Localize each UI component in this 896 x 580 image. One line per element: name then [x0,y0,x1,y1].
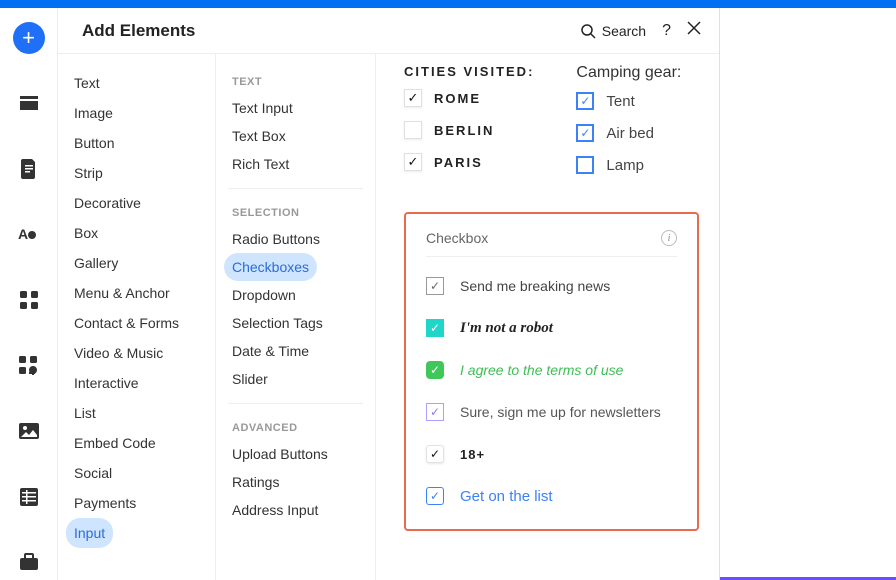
sub-text-input[interactable]: Text Input [224,94,367,122]
panel-header: Add Elements Search ? [58,8,719,54]
info-icon[interactable]: i [661,230,677,246]
checkbox-icon: ✓ [576,124,594,142]
sub-ratings[interactable]: Ratings [224,468,367,496]
sample-label: I'm not a robot [460,320,553,337]
gear-label: Tent [606,93,634,110]
checkbox-icon: ✓ [404,89,422,107]
cities-group: CITIES VISITED: ✓ ROME BERLIN ✓ PARIS [404,64,534,188]
add-element-button[interactable]: + [9,20,49,56]
svg-text:A: A [18,226,28,242]
checkbox-icon [576,156,594,174]
category-list: Text Image Button Strip Decorative Box G… [58,54,216,580]
subcategory-list: TEXT Text Input Text Box Rich Text SELEC… [216,54,376,580]
sample-breaking-news[interactable]: ✓ Send me breaking news [426,277,677,295]
cat-button[interactable]: Button [66,128,207,158]
sub-address-input[interactable]: Address Input [224,496,367,524]
search-button[interactable]: Search [580,23,646,39]
cities-heading: CITIES VISITED: [404,64,534,79]
section-selection-title: SELECTION [224,199,367,225]
panel-title: Add Elements [82,21,195,41]
data-icon[interactable] [9,479,49,515]
gear-tent[interactable]: ✓ Tent [576,92,681,110]
preview-area: CITIES VISITED: ✓ ROME BERLIN ✓ PARIS [376,54,719,580]
cat-contact-forms[interactable]: Contact & Forms [66,308,207,338]
sub-text-box[interactable]: Text Box [224,122,367,150]
checkbox-icon: ✓ [426,361,444,379]
media-icon[interactable] [9,413,49,449]
apps-icon[interactable] [9,282,49,318]
sub-checkboxes[interactable]: Checkboxes [224,253,317,281]
cat-input[interactable]: Input [66,518,113,548]
business-icon[interactable] [9,545,49,580]
canvas-area [720,8,896,580]
plugins-icon[interactable] [9,348,49,384]
close-button[interactable] [687,21,701,40]
sample-label: Sure, sign me up for newsletters [460,404,661,420]
add-elements-panel: Add Elements Search ? Text Image Button … [58,8,720,580]
search-icon [580,23,596,39]
checkbox-samples-box: Checkbox i ✓ Send me breaking news ✓ I'm… [404,212,699,531]
sub-dropdown[interactable]: Dropdown [224,281,367,309]
cat-interactive[interactable]: Interactive [66,368,207,398]
cat-decorative[interactable]: Decorative [66,188,207,218]
cat-strip[interactable]: Strip [66,158,207,188]
sample-get-on-list[interactable]: ✓ Get on the list [426,487,677,505]
page-icon[interactable] [9,151,49,187]
cat-embed-code[interactable]: Embed Code [66,428,207,458]
checkbox-group-title: Checkbox [426,230,488,246]
cat-video-music[interactable]: Video & Music [66,338,207,368]
checkbox-icon: ✓ [576,92,594,110]
sample-label: Get on the list [460,488,553,505]
section-text-title: TEXT [224,68,367,94]
search-label: Search [602,23,646,39]
help-button[interactable]: ? [662,22,671,40]
sample-terms[interactable]: ✓ I agree to the terms of use [426,361,677,379]
sample-18plus[interactable]: ✓ 18+ [426,445,677,463]
checkbox-icon: ✓ [426,445,444,463]
city-label: PARIS [434,155,483,170]
sub-date-time[interactable]: Date & Time [224,337,367,365]
section-advanced-title: ADVANCED [224,414,367,440]
sample-label: 18+ [460,447,485,462]
gear-airbed[interactable]: ✓ Air bed [576,124,681,142]
gear-lamp[interactable]: Lamp [576,156,681,174]
cat-social[interactable]: Social [66,458,207,488]
city-rome[interactable]: ✓ ROME [404,89,534,107]
sub-selection-tags[interactable]: Selection Tags [224,309,367,337]
top-accent-bar [0,0,896,8]
sub-slider[interactable]: Slider [224,365,367,393]
sample-newsletters[interactable]: ✓ Sure, sign me up for newsletters [426,403,677,421]
checkbox-icon: ✓ [404,153,422,171]
sample-label: Send me breaking news [460,278,610,294]
left-rail: + A [0,8,58,580]
cat-gallery[interactable]: Gallery [66,248,207,278]
camping-group: Camping gear: ✓ Tent ✓ Air bed Lamp [576,64,681,188]
cat-box[interactable]: Box [66,218,207,248]
checkbox-icon: ✓ [426,319,444,337]
city-label: BERLIN [434,123,494,138]
cat-text[interactable]: Text [66,68,207,98]
city-paris[interactable]: ✓ PARIS [404,153,534,171]
sub-radio-buttons[interactable]: Radio Buttons [224,225,367,253]
cat-payments[interactable]: Payments [66,488,207,518]
checkbox-icon: ✓ [426,487,444,505]
cat-menu-anchor[interactable]: Menu & Anchor [66,278,207,308]
design-icon[interactable]: A [9,217,49,253]
camping-heading: Camping gear: [576,64,681,82]
sub-rich-text[interactable]: Rich Text [224,150,367,178]
cat-list[interactable]: List [66,398,207,428]
sections-icon[interactable] [9,86,49,122]
city-berlin[interactable]: BERLIN [404,121,534,139]
sample-label: I agree to the terms of use [460,362,623,378]
checkbox-icon: ✓ [426,277,444,295]
city-label: ROME [434,91,481,106]
sample-not-robot[interactable]: ✓ I'm not a robot [426,319,677,337]
gear-label: Lamp [606,157,644,174]
cat-image[interactable]: Image [66,98,207,128]
sub-upload-buttons[interactable]: Upload Buttons [224,440,367,468]
checkbox-icon [404,121,422,139]
checkbox-icon: ✓ [426,403,444,421]
gear-label: Air bed [606,125,654,142]
